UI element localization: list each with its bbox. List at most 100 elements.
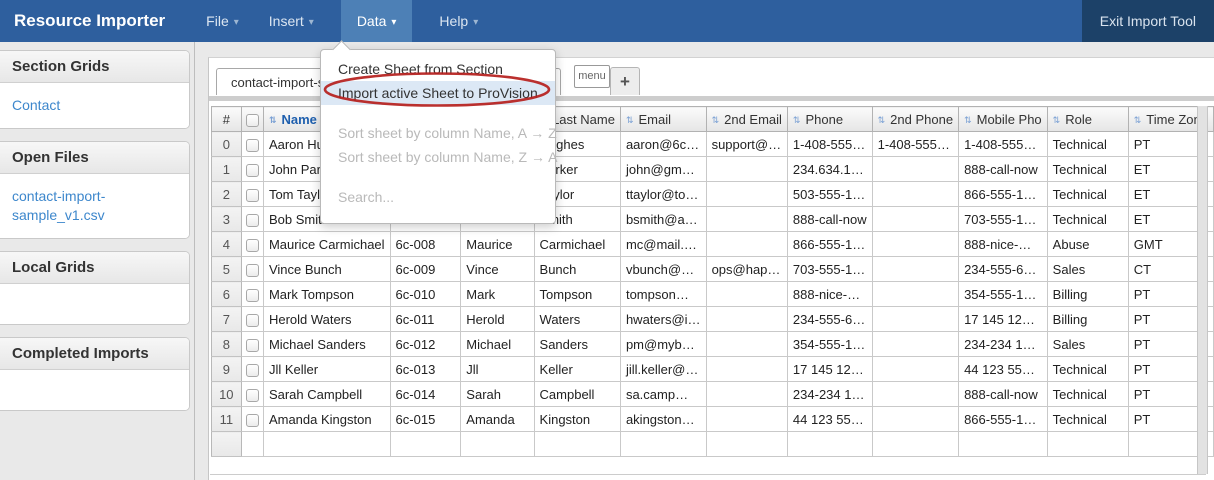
cell-role[interactable]: Technical bbox=[1047, 132, 1128, 157]
row-number[interactable] bbox=[212, 432, 242, 457]
cell-phone[interactable]: 17 145 12… bbox=[787, 357, 872, 382]
cell-hidden-col-1[interactable] bbox=[390, 432, 461, 457]
cell-phone[interactable]: 703-555-1… bbox=[787, 257, 872, 282]
cell-second-phone[interactable] bbox=[872, 232, 958, 257]
menu-item-import-active-sheet[interactable]: Import active Sheet to ProVision bbox=[321, 81, 555, 105]
cell-mobile-phone[interactable]: 234-234 1… bbox=[959, 332, 1048, 357]
cell-second-phone[interactable] bbox=[872, 407, 958, 432]
cell-name[interactable]: Vince Bunch bbox=[263, 257, 390, 282]
cell-phone[interactable] bbox=[787, 432, 872, 457]
cell-phone[interactable]: 44 123 55… bbox=[787, 407, 872, 432]
grid-vertical-scrollbar[interactable] bbox=[1197, 106, 1208, 474]
cell-email[interactable]: mc@mail.… bbox=[620, 232, 706, 257]
cell-second-phone[interactable] bbox=[872, 382, 958, 407]
cell-email[interactable]: pm@myb… bbox=[620, 332, 706, 357]
cell-second-email[interactable]: ops@hap… bbox=[706, 257, 787, 282]
cell-hidden-col-1[interactable]: 6c-009 bbox=[390, 257, 461, 282]
column-header-row-number[interactable]: # bbox=[212, 107, 242, 132]
cell-hidden-col-2[interactable]: Maurice bbox=[461, 232, 534, 257]
cell-role[interactable]: Billing bbox=[1047, 282, 1128, 307]
cell-last-name[interactable]: Tompson bbox=[534, 282, 620, 307]
cell-second-phone[interactable]: 1-408-555… bbox=[872, 132, 958, 157]
cell-phone[interactable]: 234-555-6… bbox=[787, 307, 872, 332]
cell-name[interactable]: Amanda Kingston bbox=[263, 407, 390, 432]
sidebar-item-open-file[interactable]: contact-import-sample_v1.csv bbox=[12, 188, 105, 223]
cell-mobile-phone[interactable]: 866-555-1… bbox=[959, 182, 1048, 207]
cell-last-name[interactable]: Keller bbox=[534, 357, 620, 382]
cell-second-email[interactable] bbox=[706, 232, 787, 257]
cell-second-phone[interactable] bbox=[872, 332, 958, 357]
cell-hidden-col-2[interactable] bbox=[461, 432, 534, 457]
cell-phone[interactable]: 888-nice-… bbox=[787, 282, 872, 307]
cell-second-phone[interactable] bbox=[872, 257, 958, 282]
cell-role[interactable]: Technical bbox=[1047, 157, 1128, 182]
cell-phone[interactable]: 234.634.1… bbox=[787, 157, 872, 182]
row-number[interactable]: 5 bbox=[212, 257, 242, 282]
cell-mobile-phone[interactable]: 234-555-6… bbox=[959, 257, 1048, 282]
cell-second-phone[interactable] bbox=[872, 432, 958, 457]
cell-mobile-phone[interactable]: 703-555-1… bbox=[959, 207, 1048, 232]
cell-last-name[interactable]: Kingston bbox=[534, 407, 620, 432]
cell-second-phone[interactable] bbox=[872, 207, 958, 232]
cell-email[interactable]: jill.keller@… bbox=[620, 357, 706, 382]
menu-help[interactable]: Help▾ bbox=[424, 0, 493, 42]
cell-email[interactable]: tompson… bbox=[620, 282, 706, 307]
column-header-phone[interactable]: ⇅Phone bbox=[787, 107, 872, 132]
menu-file[interactable]: File▾ bbox=[191, 0, 254, 42]
cell-last-name[interactable] bbox=[534, 432, 620, 457]
cell-role[interactable]: Sales bbox=[1047, 332, 1128, 357]
cell-hidden-col-1[interactable]: 6c-008 bbox=[390, 232, 461, 257]
row-checkbox[interactable] bbox=[246, 214, 259, 227]
cell-second-email[interactable] bbox=[706, 207, 787, 232]
cell-second-email[interactable] bbox=[706, 357, 787, 382]
row-number[interactable]: 11 bbox=[212, 407, 242, 432]
cell-hidden-col-2[interactable]: Sarah bbox=[461, 382, 534, 407]
cell-last-name[interactable]: Waters bbox=[534, 307, 620, 332]
cell-hidden-col-2[interactable]: Michael bbox=[461, 332, 534, 357]
cell-second-email[interactable] bbox=[706, 182, 787, 207]
cell-second-email[interactable] bbox=[706, 282, 787, 307]
menu-data[interactable]: Data▾ bbox=[341, 0, 413, 42]
cell-mobile-phone[interactable]: 354-555-1… bbox=[959, 282, 1048, 307]
cell-second-email[interactable] bbox=[706, 157, 787, 182]
cell-mobile-phone[interactable]: 17 145 12… bbox=[959, 307, 1048, 332]
cell-hidden-col-2[interactable]: Herold bbox=[461, 307, 534, 332]
cell-email[interactable] bbox=[620, 432, 706, 457]
column-header-mobile-phone[interactable]: ⇅Mobile Pho bbox=[959, 107, 1048, 132]
cell-second-phone[interactable] bbox=[872, 282, 958, 307]
row-checkbox[interactable] bbox=[246, 314, 259, 327]
row-number[interactable]: 0 bbox=[212, 132, 242, 157]
cell-mobile-phone[interactable]: 866-555-1… bbox=[959, 407, 1048, 432]
row-checkbox[interactable] bbox=[246, 364, 259, 377]
cell-last-name[interactable]: Campbell bbox=[534, 382, 620, 407]
cell-hidden-col-2[interactable]: Vince bbox=[461, 257, 534, 282]
cell-second-phone[interactable] bbox=[872, 357, 958, 382]
row-checkbox[interactable] bbox=[246, 239, 259, 252]
cell-name[interactable]: Herold Waters bbox=[263, 307, 390, 332]
cell-phone[interactable]: 354-555-1… bbox=[787, 332, 872, 357]
column-header-email[interactable]: ⇅Email bbox=[620, 107, 706, 132]
row-checkbox[interactable] bbox=[246, 389, 259, 402]
cell-mobile-phone[interactable]: 888-call-now bbox=[959, 157, 1048, 182]
column-header-select-all[interactable] bbox=[241, 107, 263, 132]
cell-name[interactable]: Sarah Campbell bbox=[263, 382, 390, 407]
cell-hidden-col-2[interactable]: Jll bbox=[461, 357, 534, 382]
row-checkbox[interactable] bbox=[246, 164, 259, 177]
row-number[interactable]: 4 bbox=[212, 232, 242, 257]
menu-item-create-sheet-from-section[interactable]: Create Sheet from Section bbox=[321, 57, 555, 81]
cell-mobile-phone[interactable]: 888-call-now bbox=[959, 382, 1048, 407]
row-number[interactable]: 8 bbox=[212, 332, 242, 357]
cell-second-email[interactable]: support@… bbox=[706, 132, 787, 157]
cell-role[interactable]: Technical bbox=[1047, 357, 1128, 382]
cell-role[interactable]: Technical bbox=[1047, 407, 1128, 432]
menu-item-sort-name-za[interactable]: Sort sheet by column Name, Z → A bbox=[321, 145, 555, 169]
cell-second-email[interactable] bbox=[706, 382, 787, 407]
cell-second-phone[interactable] bbox=[872, 182, 958, 207]
cell-email[interactable]: aaron@6c… bbox=[620, 132, 706, 157]
cell-mobile-phone[interactable] bbox=[959, 432, 1048, 457]
row-number[interactable]: 3 bbox=[212, 207, 242, 232]
row-number[interactable]: 6 bbox=[212, 282, 242, 307]
cell-email[interactable]: akingston… bbox=[620, 407, 706, 432]
row-number[interactable]: 9 bbox=[212, 357, 242, 382]
row-checkbox[interactable] bbox=[246, 339, 259, 352]
